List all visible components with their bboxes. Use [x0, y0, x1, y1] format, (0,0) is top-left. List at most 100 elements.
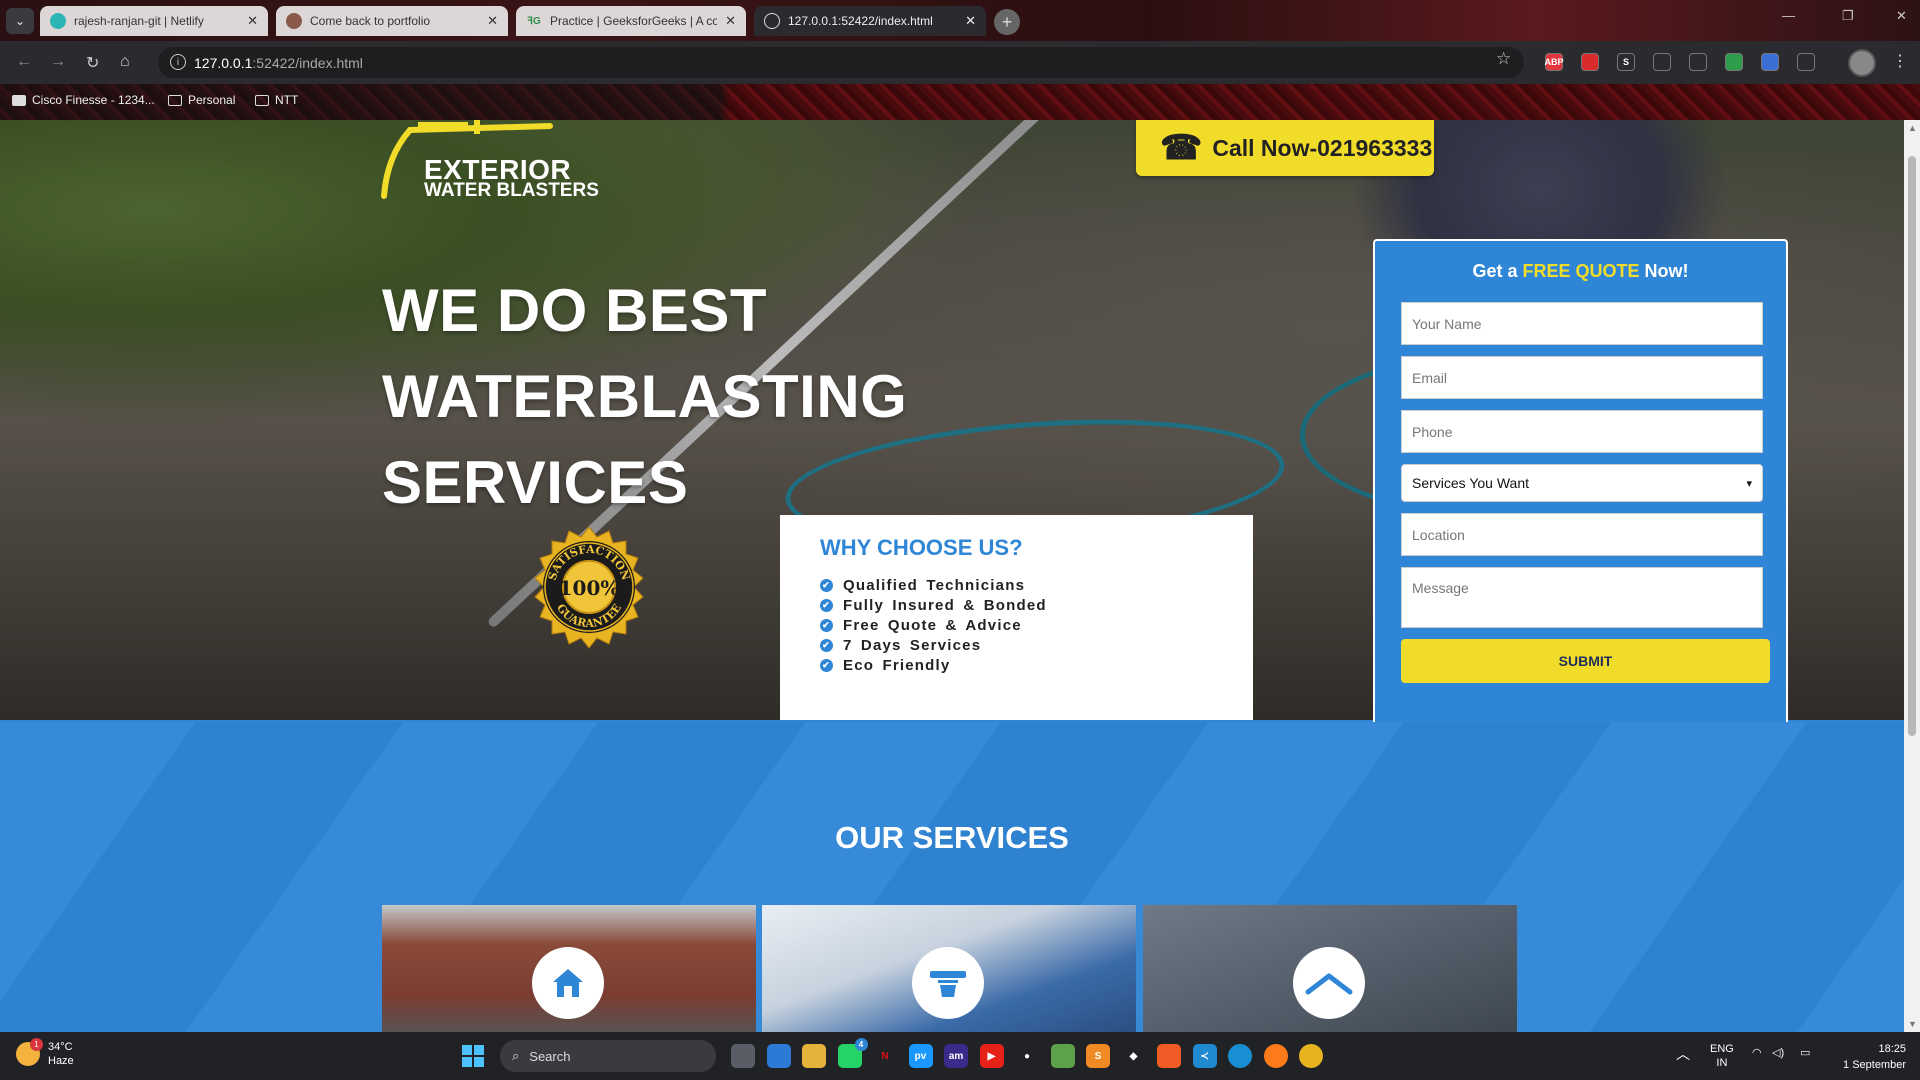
- hero-section: EXTERIOR WATER BLASTERS ☎ Call Now-02196…: [0, 120, 1904, 729]
- home-icon[interactable]: ⌂: [120, 53, 130, 71]
- tray-chevron-icon[interactable]: ︿: [1676, 1044, 1690, 1064]
- shield-ext-icon[interactable]: [1581, 53, 1599, 71]
- why-item: ✔ Free Quote & Advice: [820, 615, 1253, 635]
- location-input[interactable]: Location: [1401, 513, 1763, 556]
- tab-strip: ⌄ rajesh-ranjan-git | Netlify ✕ Come bac…: [0, 0, 1920, 41]
- firefox-icon[interactable]: [1263, 1044, 1288, 1068]
- why-item: ✔ Eco Friendly: [820, 655, 1253, 675]
- tab-portfolio[interactable]: Come back to portfolio ✕: [276, 6, 508, 36]
- quote-title-highlight: FREE QUOTE: [1522, 261, 1640, 281]
- service-card-window[interactable]: [762, 905, 1136, 1032]
- avatar-icon: [286, 13, 302, 29]
- services-select-value: Services You Want: [1412, 475, 1529, 491]
- prime-video-icon[interactable]: pv: [908, 1044, 933, 1068]
- tab-search-button[interactable]: ⌄: [6, 8, 34, 34]
- house-icon: [532, 947, 604, 1019]
- search-icon: ⌕: [512, 1048, 520, 1063]
- vscode-icon[interactable]: ≺: [1192, 1044, 1217, 1068]
- browser-menu-icon[interactable]: ⋮: [1892, 51, 1908, 71]
- clock-date: 1 September: [1843, 1059, 1906, 1071]
- windows-start-icon[interactable]: [462, 1045, 484, 1067]
- email-input[interactable]: Email: [1401, 356, 1763, 399]
- amazon-music-icon[interactable]: am: [944, 1044, 968, 1068]
- maximize-icon[interactable]: ❐: [1842, 8, 1854, 24]
- phone-icon: ☎: [1160, 129, 1203, 167]
- close-icon[interactable]: ✕: [965, 13, 976, 29]
- profile-avatar[interactable]: [1848, 49, 1876, 77]
- location-placeholder: Location: [1412, 526, 1465, 543]
- bookmark-cisco[interactable]: Cisco Finesse - 1234...: [12, 93, 155, 107]
- chrome-icon[interactable]: [1299, 1044, 1323, 1068]
- s-ext-icon[interactable]: S: [1617, 53, 1635, 71]
- doc-ext-icon[interactable]: [1761, 53, 1779, 71]
- notification-badge: 4: [854, 1038, 868, 1051]
- close-icon[interactable]: ✕: [725, 13, 736, 29]
- phone-input[interactable]: Phone: [1401, 410, 1763, 453]
- services-select[interactable]: Services You Want ▾: [1401, 464, 1763, 502]
- address-bar[interactable]: i 127.0.0.1:52422/index.html: [158, 47, 1524, 78]
- browser-toolbar: ← → ↻ ⌂ i 127.0.0.1:52422/index.html ☆ A…: [0, 41, 1920, 84]
- taskbar-clock[interactable]: 18:25 1 September: [1826, 1041, 1906, 1073]
- scroll-up-icon[interactable]: ▲: [1908, 123, 1917, 133]
- check-circle-icon: ✔: [820, 578, 833, 592]
- battery-icon[interactable]: ▭: [1800, 1046, 1810, 1059]
- weather-widget[interactable]: 1 34°C Haze: [16, 1038, 74, 1068]
- bookmark-ntt[interactable]: NTT: [255, 93, 298, 107]
- task-view-icon[interactable]: [731, 1044, 755, 1068]
- message-textarea[interactable]: Message: [1401, 567, 1763, 628]
- service-card-roof[interactable]: [1143, 905, 1517, 1032]
- scroll-down-icon[interactable]: ▼: [1908, 1019, 1917, 1029]
- back-icon[interactable]: ←: [16, 53, 32, 71]
- puzzle-icon[interactable]: [1797, 53, 1815, 71]
- target-ext-icon[interactable]: [1653, 53, 1671, 71]
- site-info-icon[interactable]: i: [170, 54, 186, 70]
- site-logo[interactable]: EXTERIOR WATER BLASTERS: [378, 120, 618, 201]
- scrollbar-thumb[interactable]: [1908, 156, 1916, 736]
- sublime-icon[interactable]: S: [1086, 1044, 1110, 1068]
- whatsapp-icon[interactable]: 4: [837, 1038, 868, 1068]
- phone-placeholder: Phone: [1412, 423, 1453, 440]
- tab-localhost[interactable]: 127.0.0.1:52422/index.html ✕: [754, 6, 986, 36]
- window-close-icon[interactable]: ✕: [1896, 8, 1907, 24]
- minimize-icon[interactable]: —: [1782, 8, 1795, 23]
- language-indicator[interactable]: ENG IN: [1710, 1042, 1734, 1070]
- close-icon[interactable]: ✕: [247, 13, 258, 29]
- tab-netlify[interactable]: rajesh-ranjan-git | Netlify ✕: [40, 6, 268, 36]
- tab-geeksforgeeks[interactable]: ꟻG Practice | GeeksforGeeks | A com ✕: [516, 6, 746, 36]
- mongodb-icon[interactable]: ◆: [1121, 1044, 1146, 1068]
- store-icon[interactable]: [766, 1044, 791, 1068]
- bookmark-personal[interactable]: Personal: [168, 93, 235, 107]
- bookmark-label: NTT: [275, 93, 299, 107]
- submit-button[interactable]: SUBMIT: [1401, 639, 1770, 683]
- gfg-icon: ꟻG: [527, 15, 541, 27]
- notepad-icon[interactable]: [1050, 1044, 1075, 1068]
- bookmark-star-icon[interactable]: ☆: [1496, 49, 1511, 69]
- reload-icon[interactable]: ↻: [86, 53, 99, 73]
- taskbar-search-label: Search: [529, 1048, 571, 1064]
- page-scrollbar[interactable]: ▲ ▼: [1904, 120, 1920, 1032]
- edge-icon[interactable]: [1228, 1044, 1252, 1068]
- headline-line: WE DO BEST: [382, 277, 768, 344]
- adblock-icon[interactable]: ABP: [1545, 53, 1564, 71]
- volume-icon[interactable]: ◁): [1772, 1046, 1784, 1059]
- globe-ext-icon[interactable]: [1725, 53, 1743, 71]
- file-explorer-icon[interactable]: [802, 1044, 826, 1068]
- youtube-icon[interactable]: ▶: [979, 1044, 1004, 1068]
- forward-icon[interactable]: →: [50, 53, 66, 71]
- netflix-icon[interactable]: N: [873, 1044, 897, 1068]
- address-path: :52422/index.html: [252, 54, 363, 71]
- postman-icon[interactable]: [1157, 1044, 1181, 1068]
- github-icon[interactable]: ●: [1015, 1044, 1039, 1068]
- service-card-house[interactable]: [382, 905, 756, 1032]
- name-input[interactable]: Your Name: [1401, 302, 1763, 345]
- taskbar-search[interactable]: ⌕ Search: [500, 1040, 716, 1072]
- page-viewport: EXTERIOR WATER BLASTERS ☎ Call Now-02196…: [0, 120, 1904, 1032]
- call-now-button[interactable]: ☎ Call Now-021963333: [1136, 120, 1434, 176]
- gear-ext-icon[interactable]: [1689, 53, 1707, 71]
- bookmark-label: Personal: [188, 93, 236, 107]
- netlify-icon: [50, 13, 66, 29]
- close-icon[interactable]: ✕: [487, 13, 498, 29]
- new-tab-button[interactable]: +: [994, 9, 1020, 35]
- wifi-icon[interactable]: ◠: [1752, 1046, 1762, 1059]
- headline-line: SERVICES: [382, 449, 689, 516]
